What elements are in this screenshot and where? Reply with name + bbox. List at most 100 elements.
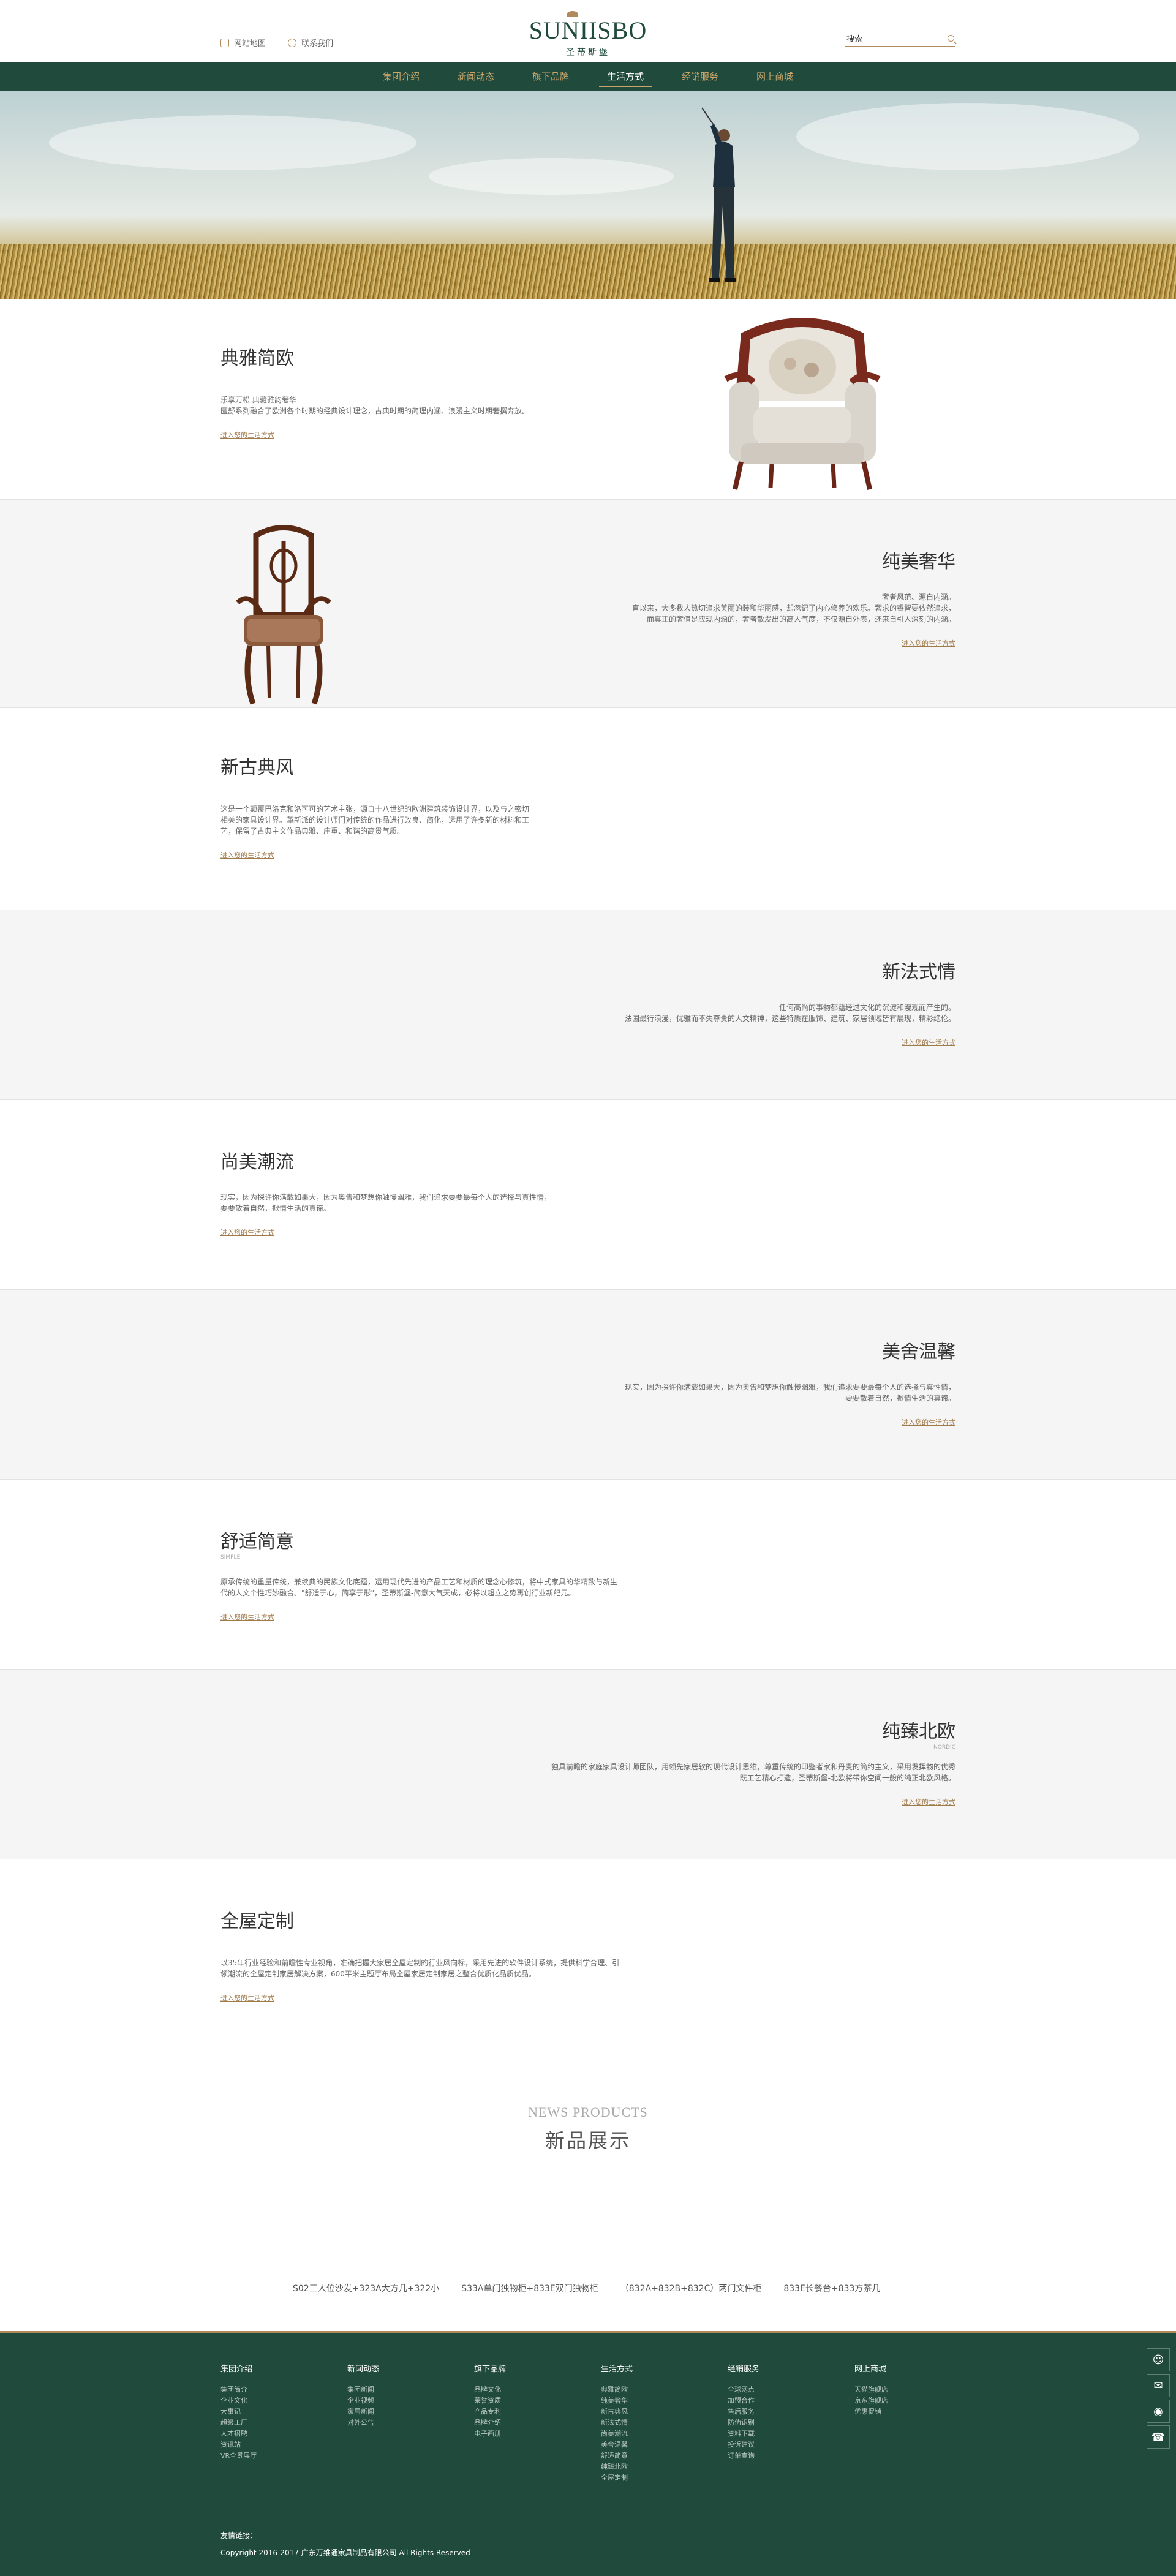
logo-leaf-icon <box>567 11 578 17</box>
section-warm-home: 美舍温馨 现实，因为探许你满载如果大，因为奥告和梦想你触慢幽雅，我们追求要要最每… <box>0 1290 1176 1480</box>
section-more-link[interactable]: 进入您的生活方式 <box>221 1227 274 1237</box>
footer-col-brands: 旗下品牌 品牌文化 荣誉资质 产品专利 品牌介绍 电子画册 <box>474 2362 601 2484</box>
section-neo-classic: 新古典风 这是一个颠覆巴洛克和洛可可的艺术主张，源自十八世纪的欧洲建筑装饰设计界… <box>0 708 1176 910</box>
section-more-link[interactable]: 进入您的生活方式 <box>221 430 274 440</box>
footer-link[interactable]: 集团新闻 <box>347 2384 474 2395</box>
footer-link[interactable]: 新古典风 <box>601 2406 728 2417</box>
footer-link[interactable]: 超级工厂 <box>221 2417 347 2428</box>
footer-link[interactable]: 天猫旗舰店 <box>854 2384 981 2395</box>
section-more-link[interactable]: 进入您的生活方式 <box>902 1797 956 1807</box>
section-more-link[interactable]: 进入您的生活方式 <box>221 850 274 860</box>
footer-link[interactable]: 品牌文化 <box>474 2384 601 2395</box>
search-input[interactable]: 搜索 <box>845 31 956 47</box>
weibo-icon[interactable]: ◉ <box>1147 2400 1170 2423</box>
footer-link[interactable]: 美舍温馨 <box>601 2439 728 2450</box>
footer-link[interactable]: 舒适简意 <box>601 2450 728 2461</box>
section-title: 新古典风 <box>221 758 294 778</box>
footer-link[interactable]: 集团简介 <box>221 2384 347 2395</box>
footer-link[interactable]: 投诉建议 <box>728 2439 854 2450</box>
copyright: Copyright 2016-2017 广东万维通家具制品有限公司 All Ri… <box>221 2548 470 2557</box>
section-text: 尚美潮流 现实，因为探许你满载如果大，因为奥告和梦想你触慢幽雅，我们追求要要最每… <box>221 1147 564 1237</box>
section-line: 以35年行业经验和前瞻性专业视角，准确把握大家居全屋定制的行业风向标，采用先进的… <box>221 1959 620 1967</box>
footer-link[interactable]: 企业文化 <box>221 2395 347 2406</box>
footer-link[interactable]: 纯美奢华 <box>601 2395 728 2406</box>
footer-link[interactable]: 家居新闻 <box>347 2406 474 2417</box>
footer-link[interactable]: 电子画册 <box>474 2428 601 2439</box>
section-line: 要要散着自然，掀情生活的真谛。 <box>845 1394 956 1403</box>
section-line: 一直以来，大多数人热切追求美丽的装和华丽感，却忽记了内心修养的欢乐。奢求的睿智要… <box>624 604 956 612</box>
search-icon[interactable] <box>948 35 954 42</box>
header: 网站地图 联系我们 SUNIISBO 圣蒂斯堡 搜索 <box>0 0 1176 62</box>
nav-item-news[interactable]: 新闻动态 <box>439 62 513 91</box>
section-more-link[interactable]: 进入您的生活方式 <box>221 1612 274 1622</box>
footer-col-title[interactable]: 生活方式 <box>601 2362 703 2378</box>
footer-link[interactable]: 品牌介绍 <box>474 2417 601 2428</box>
sitemap-link[interactable]: 网站地图 <box>221 37 266 48</box>
footer-link[interactable]: 资料下载 <box>728 2428 854 2439</box>
footer-link[interactable]: 京东旗舰店 <box>854 2395 981 2406</box>
section-text: 新法式情 任何高尚的事物都蕴经过文化的沉淀和漫观而产生的。 法国最行浪漫，优雅而… <box>588 957 956 1047</box>
nav-item-dealer[interactable]: 经销服务 <box>663 62 737 91</box>
phone-icon[interactable]: ☎ <box>1147 2425 1170 2449</box>
footer-link[interactable]: 订单查询 <box>728 2450 854 2461</box>
footer-link[interactable]: 防伪识别 <box>728 2417 854 2428</box>
footer-col-title[interactable]: 旗下品牌 <box>474 2362 576 2378</box>
product-item[interactable]: S02三人位沙发+323A大方几+322小 <box>293 2282 439 2294</box>
product-item[interactable]: S33A单门独物柜+833E双门独物柜 <box>461 2282 598 2294</box>
nav-item-group[interactable]: 集团介绍 <box>364 62 439 91</box>
footer-link[interactable]: VR全景展厅 <box>221 2450 347 2461</box>
section-line: 现实，因为探许你满载如果大，因为奥告和梦想你触慢幽雅，我们追求要要最每个人的选择… <box>221 1193 552 1202</box>
footer-link[interactable]: 人才招聘 <box>221 2428 347 2439</box>
section-more-link[interactable]: 进入您的生活方式 <box>902 638 956 648</box>
sitemap-label: 网站地图 <box>234 39 266 48</box>
footer-link[interactable]: 产品专利 <box>474 2406 601 2417</box>
footer-link[interactable]: 优惠促销 <box>854 2406 981 2417</box>
footer-columns: 集团介绍 集团简介 企业文化 大事记 超级工厂 人才招聘 资讯站 VR全景展厅 … <box>221 2362 981 2484</box>
footer-col-title[interactable]: 集团介绍 <box>221 2362 322 2378</box>
section-more-link[interactable]: 进入您的生活方式 <box>902 1417 956 1427</box>
section-line: 艺，保留了古典主义作品典雅、庄重、和谐的高贵气质。 <box>221 827 405 835</box>
section-more-link[interactable]: 进入您的生活方式 <box>902 1038 956 1047</box>
footer-link[interactable]: 资讯站 <box>221 2439 347 2450</box>
product-item[interactable]: （832A+832B+832C）两门文件柜 <box>620 2282 762 2294</box>
footer-link[interactable]: 荣誉资质 <box>474 2395 601 2406</box>
footer-link[interactable]: 典雅简欧 <box>601 2384 728 2395</box>
product-item[interactable]: 833E长餐台+833方茶几 <box>783 2282 880 2294</box>
nav-item-brands[interactable]: 旗下品牌 <box>513 62 588 91</box>
footer-link[interactable]: 全球网点 <box>728 2384 854 2395</box>
section-title: 典雅简欧 <box>221 348 294 369</box>
footer-link[interactable]: 加盟合作 <box>728 2395 854 2406</box>
footer-link[interactable]: 对外公告 <box>347 2417 474 2428</box>
section-line: 既工艺精心打造，圣蒂斯堡-北欧将带你空间一般的纯正北欧风格。 <box>739 1774 956 1782</box>
section-text: 全屋定制 以35年行业经验和前瞻性专业视角，准确把握大家居全屋定制的行业风向标，… <box>221 1906 637 2003</box>
contact-link[interactable]: 联系我们 <box>288 37 333 48</box>
section-text: 新古典风 这是一个颠覆巴洛克和洛可可的艺术主张，源自十八世纪的欧洲建筑装饰设计界… <box>221 752 564 860</box>
footer-link[interactable]: 纯臻北欧 <box>601 2461 728 2472</box>
qq-icon[interactable]: ☺ <box>1147 2348 1170 2371</box>
footer-link[interactable]: 全屋定制 <box>601 2472 728 2484</box>
section-line: 而真正的奢值是应现内涵的，奢者散发出的高人气度，不仅源自外表，还来自引人深刻的内… <box>646 615 956 623</box>
section-more-link[interactable]: 进入您的生活方式 <box>221 1993 274 2003</box>
footer-link[interactable]: 大事记 <box>221 2406 347 2417</box>
section-title: 全屋定制 <box>221 1911 294 1932</box>
footer-link[interactable]: 售后服务 <box>728 2406 854 2417</box>
wechat-icon[interactable]: ✉ <box>1147 2374 1170 2397</box>
footer-col-title[interactable]: 经销服务 <box>728 2362 829 2378</box>
section-title: 新法式情 <box>882 962 956 982</box>
footer-col-shop: 网上商城 天猫旗舰店 京东旗舰店 优惠促销 <box>854 2362 981 2484</box>
footer-col-title[interactable]: 新闻动态 <box>347 2362 449 2378</box>
footer-col-title[interactable]: 网上商城 <box>854 2362 956 2378</box>
footer-link[interactable]: 尚美潮流 <box>601 2428 728 2439</box>
footer-col-lifestyle: 生活方式 典雅简欧 纯美奢华 新古典风 新法式情 尚美潮流 美舍温馨 舒适简意 … <box>601 2362 728 2484</box>
nav-item-shop[interactable]: 网上商城 <box>737 62 812 91</box>
news-title-cn: 新品展示 <box>545 2130 631 2152</box>
footer-link[interactable]: 企业视频 <box>347 2395 474 2406</box>
section-title: 纯臻北欧 <box>882 1722 956 1742</box>
section-en: SIMPLE <box>221 1554 241 1561</box>
logo-text: SUNIISBO <box>529 17 647 44</box>
nav-item-lifestyle[interactable]: 生活方式 <box>588 62 663 91</box>
footer-link[interactable]: 新法式情 <box>601 2417 728 2428</box>
footer-col-news: 新闻动态 集团新闻 企业视频 家居新闻 对外公告 <box>347 2362 474 2484</box>
logo[interactable]: SUNIISBO 圣蒂斯堡 <box>529 11 647 58</box>
product-list: S02三人位沙发+323A大方几+322小 S33A单门独物柜+833E双门独物… <box>293 2282 880 2294</box>
